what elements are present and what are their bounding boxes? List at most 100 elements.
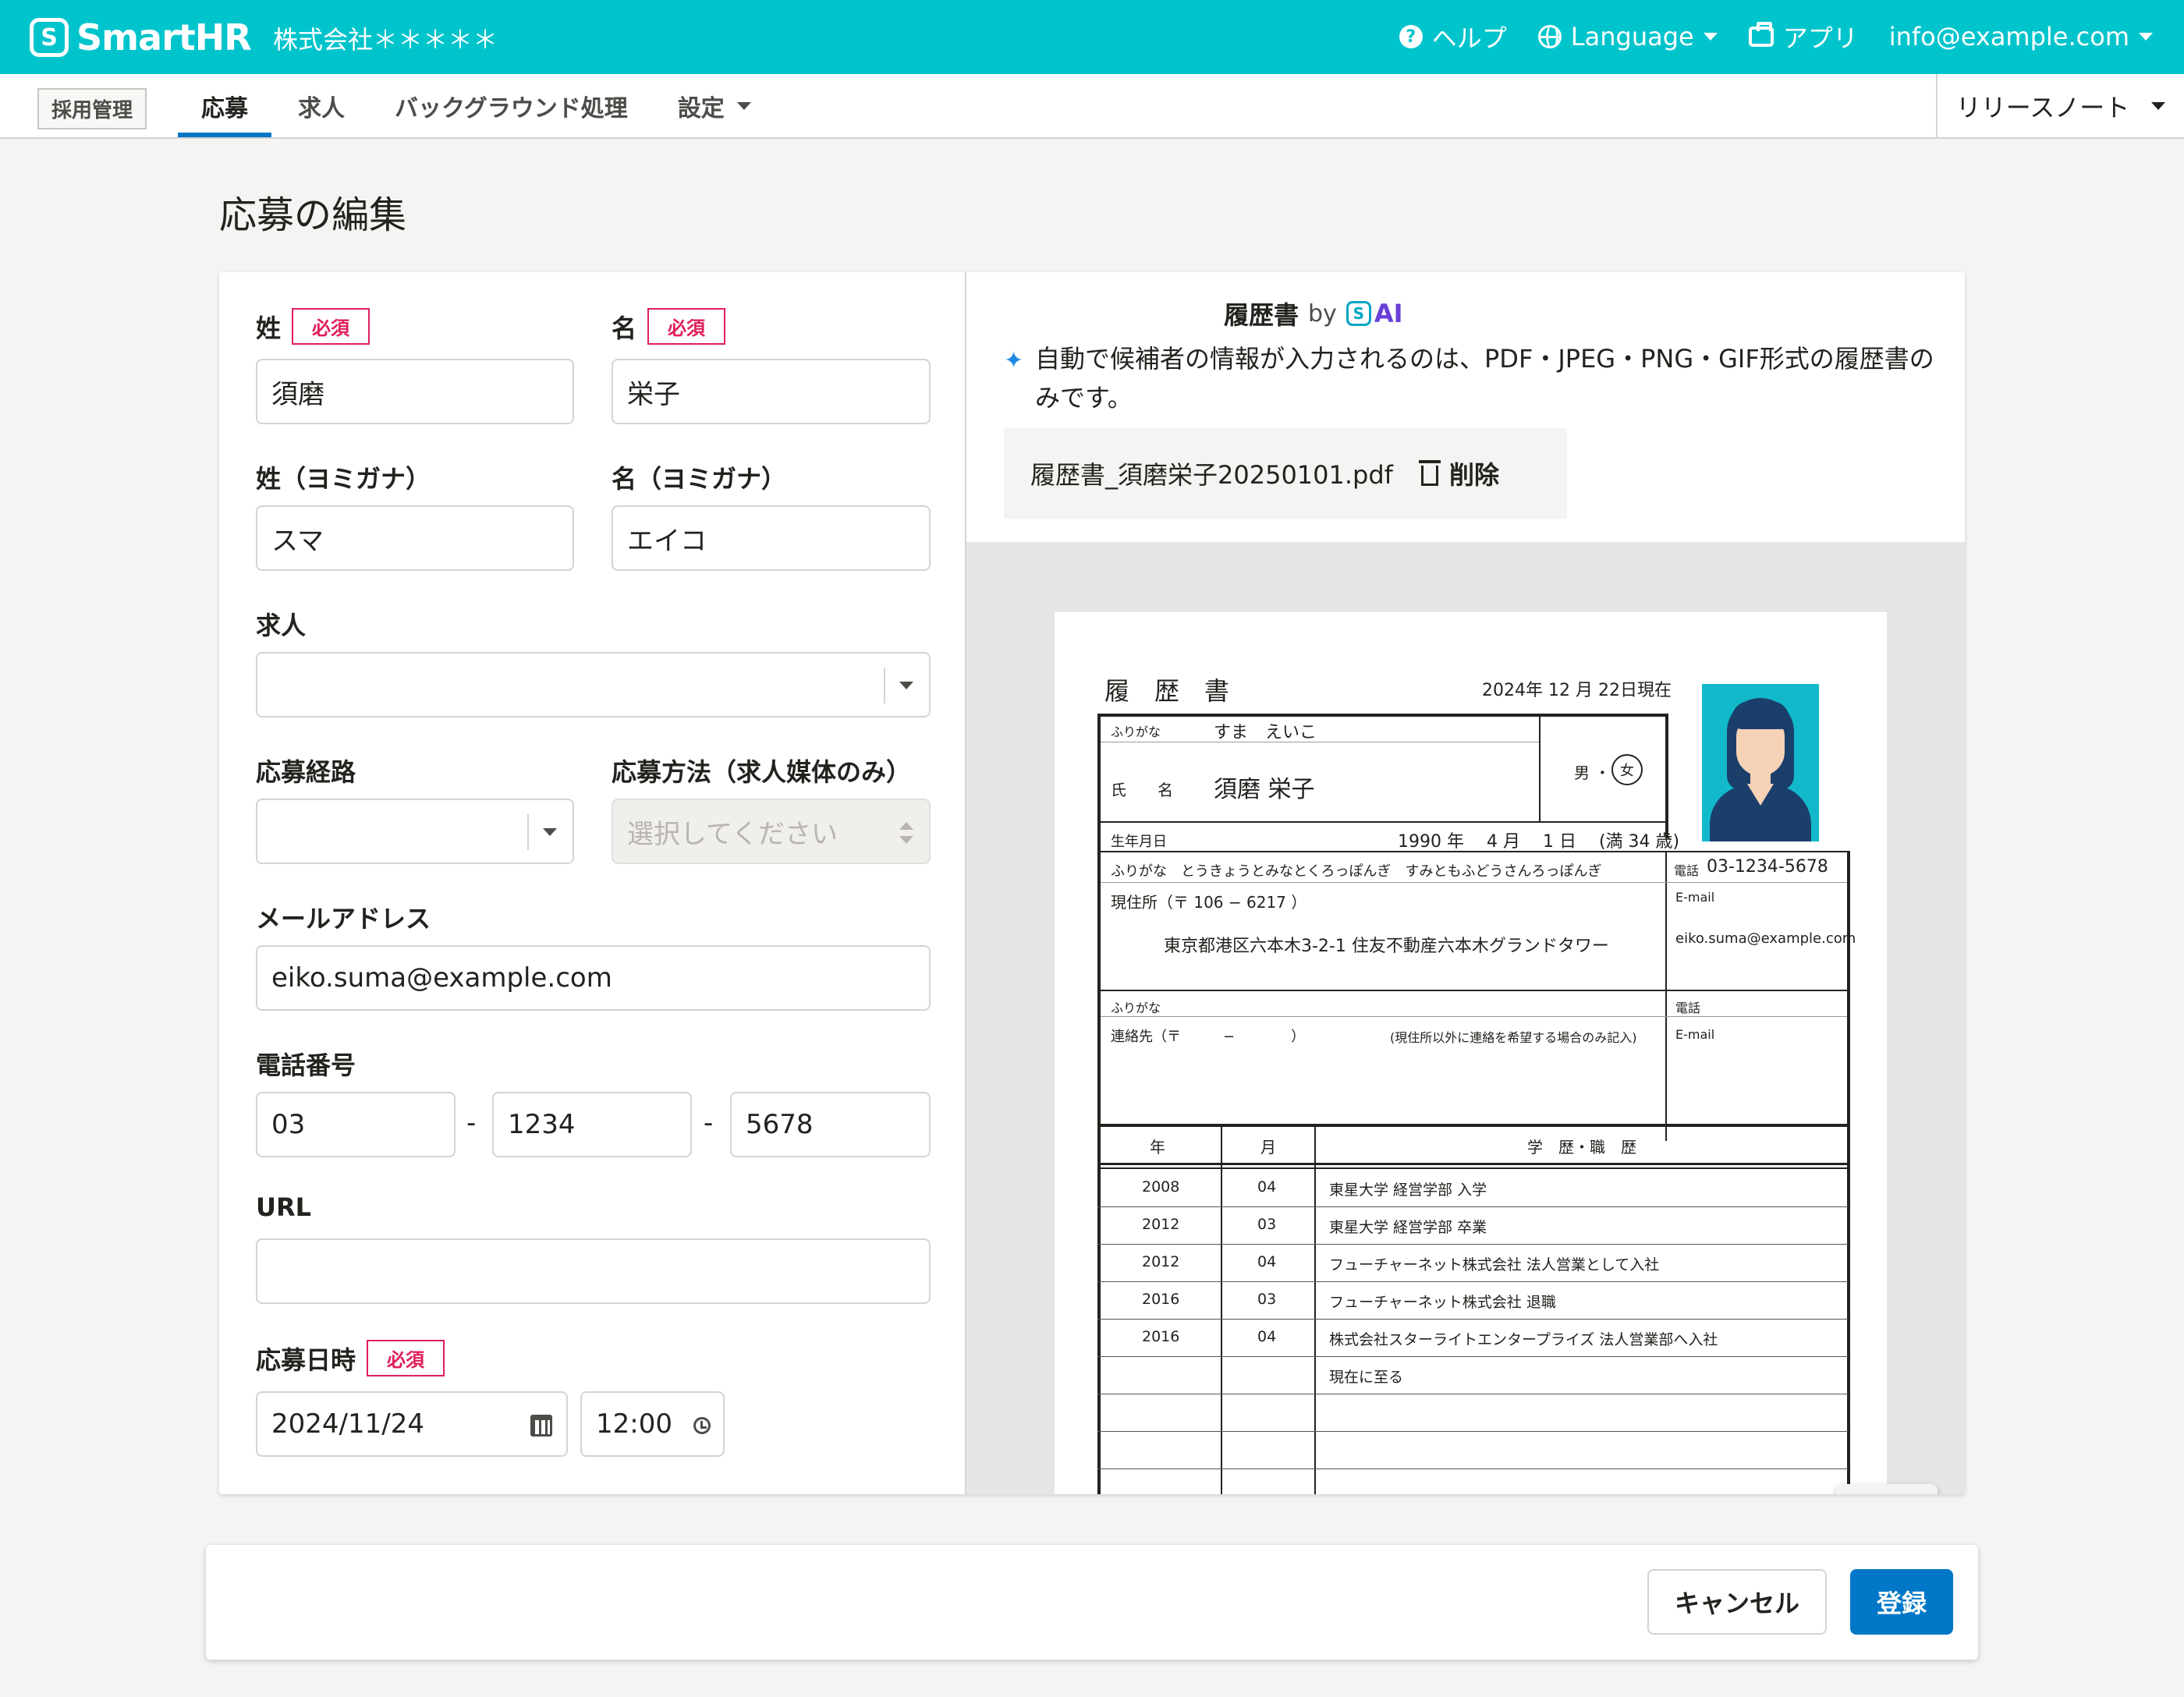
tel-label: 電話 — [1674, 863, 1700, 878]
url-input[interactable] — [256, 1238, 931, 1304]
last-name-kana-input[interactable]: スマ — [256, 505, 574, 571]
applied-time-input[interactable]: 12:00 — [580, 1391, 725, 1457]
email-label: メールアドレス — [256, 904, 431, 934]
history-row-divider — [1097, 1431, 1849, 1432]
chevron-down-icon — [2151, 101, 2166, 110]
release-notes-dropdown[interactable]: リリースノート — [1936, 74, 2184, 137]
route-label: 応募経路 — [256, 757, 356, 787]
account-menu[interactable]: info@example.com — [1889, 22, 2153, 51]
smarthr-logo[interactable]: S SmartHR — [30, 16, 252, 59]
history-cell-year: 2012 — [1142, 1216, 1180, 1233]
address-furigana: ふりがな とうきょうとみなとくろっぽんぎ すみともふどうさんろっぽんぎ — [1111, 863, 1602, 880]
ai-text: AI — [1374, 299, 1403, 328]
history-cell-year: 2008 — [1142, 1178, 1180, 1196]
job-label: 求人 — [256, 611, 307, 640]
furigana-value: すま えいこ — [1214, 723, 1317, 742]
resume-panel-title: 履歴書 by S AI — [1224, 296, 1402, 331]
applicant-photo — [1702, 684, 1819, 841]
language-dropdown[interactable]: Language — [1537, 22, 1718, 51]
route-select[interactable] — [256, 799, 574, 864]
method-label: 応募方法（求人媒体のみ） — [612, 757, 912, 787]
contact-note: (現住所以外に連絡を希望する場合のみ記入) — [1390, 1030, 1637, 1045]
chevron-down-icon — [899, 682, 913, 689]
resume-doc-date: 2024年 12 月 22日現在 — [1482, 681, 1672, 700]
uploaded-file: 履歴書_須磨栄子20250101.pdf 削除 — [1004, 428, 1567, 519]
first-name-input[interactable]: 栄子 — [612, 359, 931, 424]
app-navigation: 採用管理 応募 求人 バックグラウンド処理 設定 リリースノート — [0, 74, 2184, 139]
resume-doc-title: 履 歴 書 — [1104, 676, 1230, 706]
history-cell-month: 04 — [1257, 1253, 1277, 1270]
history-cell-text: フューチャーネット株式会社 退職 — [1329, 1294, 1556, 1311]
address-label: 現住所（〒 106 − 6217 ） — [1111, 893, 1307, 912]
last-name-label: 姓 必須 — [256, 308, 370, 345]
gender-selected: 女 — [1611, 754, 1643, 785]
tab-label: 設定 — [677, 94, 725, 122]
delete-file-button[interactable]: 削除 — [1418, 455, 1499, 491]
contact-email-label: E-mail — [1675, 1027, 1715, 1042]
tel-value: 03-1234-5678 — [1707, 857, 1828, 877]
submit-button[interactable]: 登録 — [1850, 1569, 1953, 1635]
applied-date-input[interactable]: 2024/11/24 — [256, 1391, 568, 1457]
form-column: 姓 必須 須磨 名 必須 栄子 姓（ヨミガナ） スマ 名（ヨミガナ） エイコ 求… — [219, 272, 966, 1494]
email-value: eiko.suma@example.com — [1675, 930, 1856, 947]
by-text: by — [1308, 299, 1337, 328]
ai-note: 自動で候補者の情報が入力されるのは、PDF・JPEG・PNG・GIF形式の履歴書… — [1035, 344, 1934, 413]
history-cell-month: 03 — [1257, 1291, 1277, 1308]
url-label: URL — [256, 1192, 312, 1222]
tab-jobs[interactable]: 求人 — [273, 74, 370, 137]
resume-title: 履歴書 — [1224, 300, 1299, 330]
resume-preview[interactable]: 履 歴 書 2024年 12 月 22日現在 ふりがな すま えいこ 氏 名 須… — [966, 542, 1965, 1494]
time-value: 12:00 — [596, 1408, 672, 1440]
first-name-kana-label: 名（ヨミガナ） — [612, 464, 787, 494]
history-cell-year: 2012 — [1142, 1253, 1180, 1270]
email-label: E-mail — [1675, 890, 1715, 905]
select-placeholder: 選択してください — [627, 818, 838, 850]
history-header-month: 月 — [1260, 1138, 1276, 1157]
job-select[interactable] — [256, 652, 931, 717]
history-header-content: 学 歴・職 歴 — [1527, 1138, 1636, 1157]
gender-options: 男 ・ — [1574, 763, 1611, 782]
help-icon: ? — [1399, 25, 1423, 48]
phone-middle-input[interactable]: 1234 — [492, 1092, 692, 1157]
chevron-down-icon — [543, 828, 557, 836]
date-value: 2024/11/24 — [271, 1408, 424, 1440]
phone-label: 電話番号 — [256, 1050, 356, 1080]
tab-settings[interactable]: 設定 — [653, 74, 776, 137]
label-text: 姓 — [256, 313, 282, 343]
updown-icon — [899, 822, 913, 844]
sparkle-icon: ✦ — [1004, 347, 1024, 374]
account-email: info@example.com — [1888, 22, 2129, 51]
history-row-divider — [1097, 1356, 1849, 1357]
first-name-kana-input[interactable]: エイコ — [612, 505, 931, 571]
history-row-divider — [1097, 1468, 1849, 1469]
required-badge: 必須 — [367, 1340, 445, 1376]
tab-label: 応募 — [201, 94, 248, 122]
birth-value: 1990 年 4 月 1 日 (満 34 歳) — [1398, 832, 1680, 852]
help-link[interactable]: ? ヘルプ — [1399, 19, 1507, 55]
email-input[interactable]: eiko.suma@example.com — [256, 945, 931, 1011]
required-badge: 必須 — [647, 308, 726, 345]
apps-label: アプリ — [1782, 23, 1858, 53]
release-notes-label: リリースノート — [1955, 92, 2130, 122]
history-row-divider — [1097, 1281, 1849, 1282]
phone-separator: - — [704, 1107, 714, 1139]
logo-text: SmartHR — [76, 16, 252, 58]
name-label: 氏 名 — [1111, 781, 1173, 799]
apps-link[interactable]: アプリ — [1748, 19, 1858, 55]
applied-at-label: 応募日時 必須 — [256, 1340, 445, 1376]
phone-last-input[interactable]: 5678 — [730, 1092, 931, 1157]
furigana-label: ふりがな — [1111, 725, 1161, 739]
contact-tel-label: 電話 — [1675, 1001, 1701, 1015]
tab-label: 求人 — [298, 94, 345, 122]
page-title: 応募の編集 — [219, 193, 407, 237]
last-name-input[interactable]: 須磨 — [256, 359, 574, 424]
tab-applications[interactable]: 応募 — [176, 74, 273, 137]
resume-panel: 履歴書 by S AI ✦ 自動で候補者の情報が入力されるのは、PDF・JPEG… — [966, 272, 1965, 1494]
tab-background-jobs[interactable]: バックグラウンド処理 — [370, 74, 653, 137]
cancel-button[interactable]: キャンセル — [1647, 1569, 1827, 1635]
logo-mark-icon: S — [30, 18, 69, 57]
phone-area-input[interactable]: 03 — [256, 1092, 456, 1157]
history-cell-text: 現在に至る — [1329, 1369, 1404, 1386]
global-header: S SmartHR 株式会社＊＊＊＊＊ ? ヘルプ Language アプリ i… — [0, 0, 2184, 74]
select-divider — [527, 814, 529, 850]
